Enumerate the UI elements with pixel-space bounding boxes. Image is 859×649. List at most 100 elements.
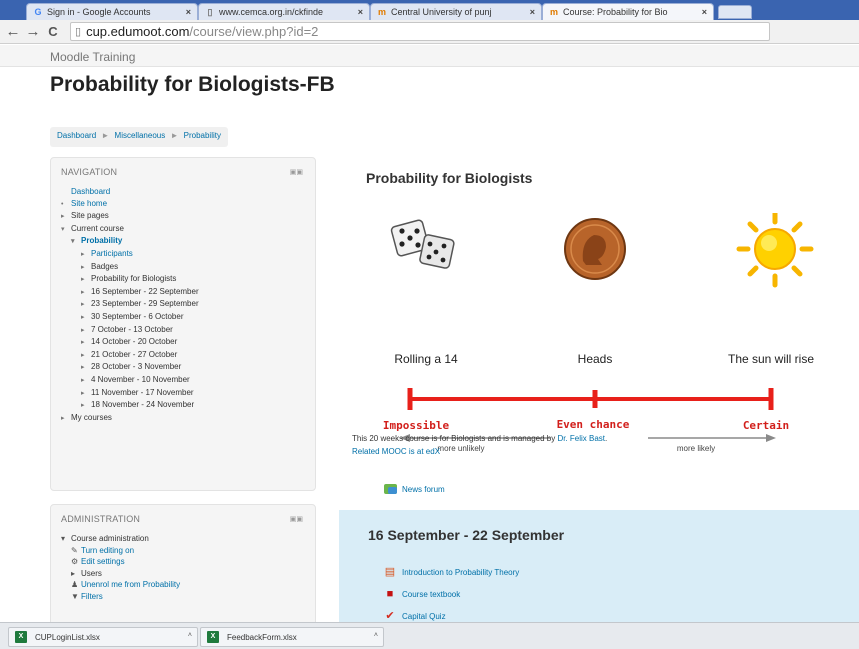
pencil-icon: ✎ [71,545,78,555]
gear-icon: ⚙ [71,557,79,566]
mooc-link[interactable]: Related MOOC is at edX [352,445,607,458]
nav-item-participants[interactable]: ▸ Participants [61,248,199,261]
caret-right-icon: ▸ [81,376,85,384]
caret-right-icon: ▸ [81,339,85,347]
scale-point-label: Certain [743,419,789,432]
caret-down-icon: ▾ [61,225,65,233]
new-tab-button[interactable] [718,5,752,19]
admin-item-turn-editing-on[interactable]: ✎ Turn editing on [61,545,180,557]
administration-tree: ▾ Course administration ✎ Turn editing on … [61,533,180,602]
block-controls-icon[interactable]: ▣▣ [290,515,303,523]
close-icon[interactable]: × [186,7,191,17]
tab-label: Course: Probability for Bio [563,7,668,17]
excel-file-icon: X [15,631,27,643]
scale-point-label: Impossible [383,419,450,432]
caret-up-icon[interactable]: ˄ [188,632,192,639]
caret-right-icon: ▸ [61,213,65,221]
caret-right-icon: ▸ [81,402,85,410]
news-forum-label: News forum [402,484,445,494]
nav-item-section[interactable]: ▸ 7 October - 13 October [61,324,199,337]
admin-item-course-administration[interactable]: ▾ Course administration [61,533,180,545]
download-item[interactable]: X FeedbackForm.xlsx ˄ [200,627,384,647]
page-icon: ▯ [75,26,82,38]
caret-right-icon: ▸ [81,351,85,359]
bullet-icon: • [61,200,64,208]
sun-icon [736,210,814,288]
quiz-check-icon: ✔ [385,610,395,622]
block-controls-icon[interactable]: ▣▣ [290,168,303,176]
address-bar[interactable]: ▯ cup.edumoot.com /course/view.php?id=2 [70,22,770,41]
dice-icon [390,219,455,269]
admin-item-unenrol[interactable]: ♟ Unenrol me from Probability [61,579,180,591]
tab-label: Central University of punj [391,7,492,17]
nav-item-section[interactable]: ▸ 16 September - 22 September [61,286,199,299]
web-page: Moodle Training Probability for Biologis… [0,45,859,622]
close-icon[interactable]: × [702,7,707,17]
nav-item-section[interactable]: ▸ 18 November - 24 November [61,399,199,412]
caret-right-icon: ▸ [81,313,85,321]
caret-up-icon[interactable]: ˄ [374,632,378,639]
arrow-right-icon [648,434,776,442]
url-path: /course/view.php?id=2 [189,24,319,39]
page-title: Probability for Biologists-FB [50,73,335,96]
close-icon[interactable]: × [358,7,363,17]
browser-toolbar: ← → C ▯ cup.edumoot.com /course/view.php… [0,20,859,44]
nav-item-section[interactable]: ▸ 23 September - 29 September [61,298,199,311]
back-arrow-icon[interactable]: ← [4,23,22,41]
nav-item-probability[interactable]: ▾ Probability [61,235,199,248]
nav-item-site-home[interactable]: • Site home [61,198,199,211]
caret-right-icon: ▸ [81,276,85,284]
site-name[interactable]: Moodle Training [50,50,135,64]
caret-right-icon: ▸ [61,414,65,422]
nav-item-section[interactable]: ▸ 28 October - 3 November [61,361,199,374]
breadcrumb-item-dashboard[interactable]: Dashboard [57,131,96,140]
breadcrumb-item-miscellaneous[interactable]: Miscellaneous [115,131,166,140]
book-icon: ■ [386,588,394,600]
activity-link-book[interactable]: ■ Course textbook [384,588,461,600]
activity-link-page[interactable]: ▤ Introduction to Probability Theory [384,566,519,578]
tab-central-university[interactable]: m Central University of punj × [370,3,542,20]
admin-item-filters[interactable]: ▼ Filters [61,591,180,603]
scale-line [407,388,774,410]
nav-item-site-pages[interactable]: ▸ Site pages [61,210,199,223]
nav-item-dashboard[interactable]: Dashboard [61,186,199,198]
caret-right-icon: ▸ [81,389,85,397]
close-icon[interactable]: × [530,7,535,17]
nav-item-my-courses[interactable]: ▸ My courses [61,412,199,425]
nav-item-section[interactable]: ▸ 21 October - 27 October [61,349,199,362]
coin-icon [564,218,626,280]
caret-right-icon: ▸ [71,568,76,578]
nav-item-section[interactable]: ▸ 14 October - 20 October [61,336,199,349]
admin-item-edit-settings[interactable]: ⚙ Edit settings [61,556,180,568]
tab-cemca[interactable]: ▯ www.cemca.org.in/ckfinde × [198,3,370,20]
nav-item-section[interactable]: ▸ Probability for Biologists [61,273,199,286]
admin-item-users[interactable]: ▸ Users [61,568,180,580]
downloads-bar: X CUPLoginList.xlsx ˄ X FeedbackForm.xls… [0,622,859,649]
excel-file-icon: X [207,631,219,643]
caret-right-icon: ▸ [81,250,85,258]
nav-item-current-course[interactable]: ▾ Current course [61,223,199,236]
tab-label: Sign in - Google Accounts [47,7,151,17]
tab-google-signin[interactable]: G Sign in - Google Accounts × [26,3,198,20]
reload-icon[interactable]: C [44,23,62,41]
forum-icon [384,484,397,494]
news-forum-link[interactable]: News forum [384,484,445,494]
block-title: ADMINISTRATION [61,514,141,524]
nav-item-section[interactable]: ▸ 11 November - 17 November [61,387,199,400]
google-icon: G [34,7,42,17]
navigation-block: NAVIGATION ▣▣ Dashboard • Site home ▸ Site… [50,157,316,491]
download-item[interactable]: X CUPLoginList.xlsx ˄ [8,627,198,647]
caret-right-icon: ▸ [81,288,85,296]
probability-scale-graphic: Rolling a 14 Heads The sun will rise Imp… [383,210,814,453]
probability-scale-image: Rolling a 14 Heads The sun will rise Imp… [366,210,836,463]
instructor-link[interactable]: Dr. Felix Bast [557,434,605,443]
nav-item-badges[interactable]: ▸ Badges [61,261,199,274]
nav-item-section[interactable]: ▸ 4 November - 10 November [61,374,199,387]
tab-course-probability[interactable]: m Course: Probability for Bio × [542,3,714,20]
activity-link-quiz[interactable]: ✔ Capital Quiz [384,610,445,622]
nav-item-section[interactable]: ▸ 30 September - 6 October [61,311,199,324]
breadcrumb: Dashboard ► Miscellaneous ► Probability [50,127,228,147]
filter-icon: ▼ [71,591,79,601]
forward-arrow-icon[interactable]: → [24,23,42,41]
breadcrumb-item-probability[interactable]: Probability [184,131,221,140]
